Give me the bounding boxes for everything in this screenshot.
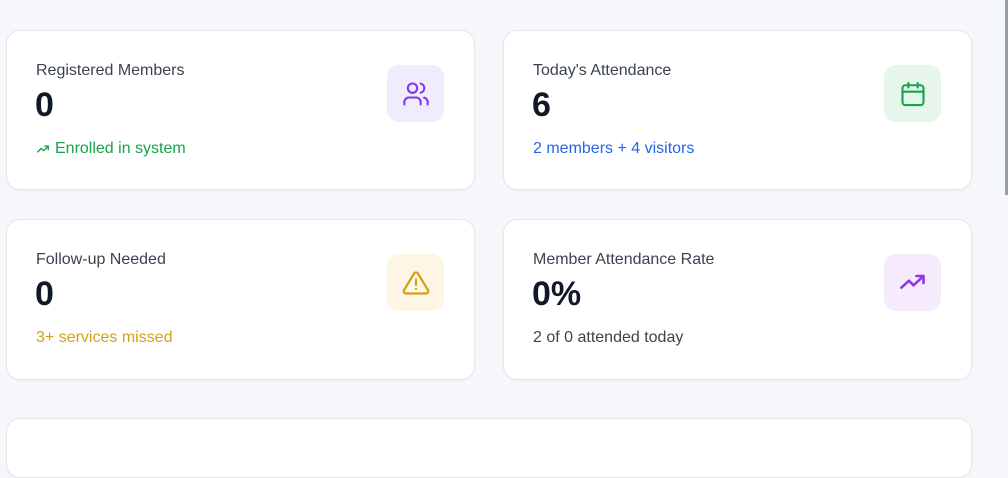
- stat-subtext: Enrolled in system: [36, 140, 186, 158]
- stat-subtext-label: Enrolled in system: [55, 140, 186, 157]
- stat-label: Registered Members: [36, 62, 185, 79]
- calendar-icon: [900, 81, 925, 106]
- stat-subtext: 2 members + 4 visitors: [533, 140, 694, 158]
- stat-subtext-label: 3+ services missed: [36, 329, 173, 346]
- trending-up-icon-box: [884, 254, 941, 311]
- stat-value: 0: [35, 86, 54, 124]
- calendar-icon-box: [884, 65, 941, 122]
- stat-card-member-attendance-rate: Member Attendance Rate 0% 2 of 0 attende…: [503, 219, 972, 380]
- stat-label: Follow-up Needed: [36, 251, 166, 268]
- content-card: [6, 418, 972, 478]
- trending-up-icon: [37, 145, 49, 153]
- stat-subtext-label: 2 of 0 attended today: [533, 329, 684, 346]
- stat-label: Today's Attendance: [533, 62, 672, 79]
- warning-icon-box: [387, 254, 444, 311]
- warning-icon: [402, 270, 429, 295]
- trending-up-icon: [899, 274, 925, 289]
- users-icon-box: [387, 65, 444, 122]
- stat-value: 0: [35, 275, 54, 313]
- stat-subtext: 3+ services missed: [36, 329, 173, 347]
- users-icon: [402, 81, 429, 106]
- stat-subtext: 2 of 0 attended today: [533, 329, 683, 347]
- stat-card-follow-up-needed: Follow-up Needed 0 3+ services missed: [6, 219, 475, 380]
- stat-subtext-label: 2 members + 4 visitors: [533, 140, 695, 157]
- stat-card-registered-members: Registered Members 0 Enrolled in system: [6, 30, 475, 190]
- stat-card-todays-attendance: Today's Attendance 6 2 members + 4 visit…: [503, 30, 972, 190]
- stat-value: 6: [532, 86, 551, 124]
- stat-value: 0%: [532, 275, 582, 313]
- stat-label: Member Attendance Rate: [533, 251, 715, 268]
